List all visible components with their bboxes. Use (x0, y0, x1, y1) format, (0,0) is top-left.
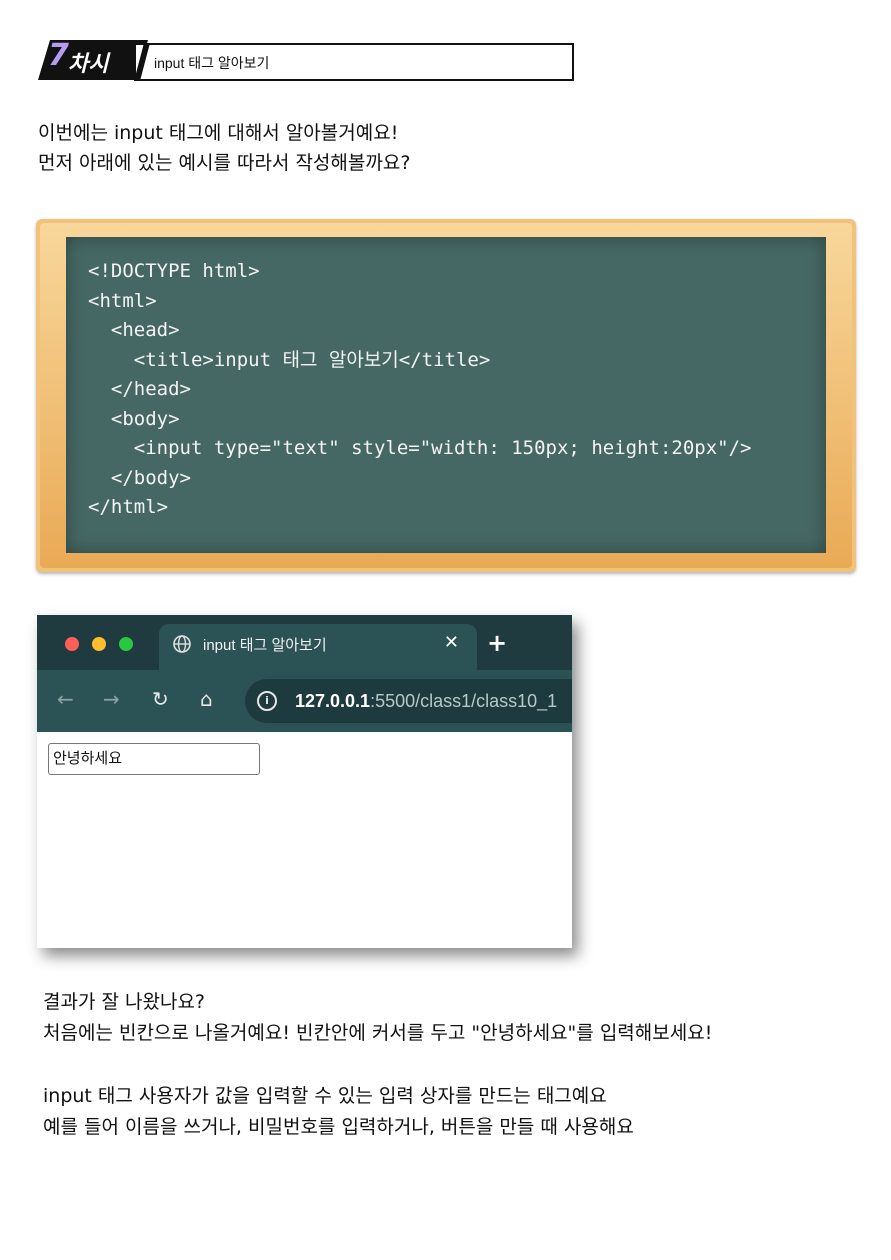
summary-text: input 태그 사용자가 값을 입력할 수 있는 입력 상자를 만드는 태그예… (43, 1081, 634, 1143)
home-icon[interactable]: ⌂ (200, 687, 213, 711)
window-zoom-dot[interactable] (119, 637, 133, 651)
intro-line-2: 먼저 아래에 있는 예시를 따라서 작성해볼까요? (38, 152, 411, 174)
code-line: <html> (88, 289, 157, 312)
result-line-1: 결과가 잘 나왔나요? (43, 991, 206, 1013)
lesson-header: 7 차시 input 태그 알아보기 (38, 40, 574, 82)
code-line: </body> (88, 466, 191, 489)
code-line: <input type="text" style="width: 150px; … (88, 437, 752, 459)
code-line: <body> (88, 407, 180, 430)
globe-icon (173, 635, 191, 653)
code-line: </html> (88, 496, 169, 518)
code-line: <title>input 태그 알아보기</title> (88, 348, 491, 371)
window-close-dot[interactable] (65, 637, 79, 651)
reload-icon[interactable]: ↻ (152, 687, 169, 711)
code-line: </head> (88, 378, 191, 400)
tab-title: input 태그 알아보기 (203, 637, 327, 654)
result-line-2: 처음에는 빈칸으로 나올거예요! 빈칸안에 커서를 두고 "안녕하세요"를 입력… (43, 1022, 713, 1044)
lesson-badge: 7 차시 (38, 40, 148, 80)
browser-tab[interactable]: input 태그 알아보기 ✕ (159, 624, 477, 670)
url-path: :5500/class1/class10_1 (370, 691, 558, 711)
browser-screenshot: input 태그 알아보기 ✕ + ← → ↻ ⌂ i 127.0.0.1:55… (37, 615, 572, 948)
url-text[interactable]: 127.0.0.1:5500/class1/class10_1 (295, 691, 557, 712)
summary-line-1: input 태그 사용자가 값을 입력할 수 있는 입력 상자를 만드는 태그예… (43, 1085, 607, 1107)
code-line: <!DOCTYPE html> (88, 260, 260, 282)
window-minimize-dot[interactable] (92, 637, 106, 651)
url-host: 127.0.0.1 (295, 691, 371, 711)
browser-tab-bar: input 태그 알아보기 ✕ + (37, 615, 572, 670)
address-bar[interactable]: i 127.0.0.1:5500/class1/class10_1 (245, 679, 572, 723)
summary-line-2: 예를 들어 이름을 쓰거나, 비밀번호를 입력하거나, 버튼을 만들 때 사용해… (43, 1116, 634, 1138)
lesson-title-box: input 태그 알아보기 (134, 43, 574, 81)
result-text: 결과가 잘 나왔나요? 처음에는 빈칸으로 나올거예요! 빈칸안에 커서를 두고… (43, 987, 712, 1049)
lesson-badge-word: 차시 (68, 52, 109, 77)
plus-icon[interactable]: + (487, 629, 507, 657)
lesson-number: 7 (48, 38, 69, 73)
back-arrow-icon[interactable]: ← (57, 687, 74, 711)
chalkboard-frame: <!DOCTYPE html> <html> <head> <title>inp… (36, 219, 856, 572)
forward-arrow-icon[interactable]: → (103, 687, 120, 711)
code-line: <head> (88, 319, 180, 341)
intro-line-1: 이번에는 input 태그에 대해서 알아볼거예요! (38, 122, 399, 144)
close-icon[interactable]: ✕ (444, 632, 459, 653)
intro-text: 이번에는 input 태그에 대해서 알아볼거예요! 먼저 아래에 있는 예시를… (38, 118, 410, 178)
code-example: <!DOCTYPE html> <html> <head> <title>inp… (88, 257, 751, 523)
text-input-field[interactable]: 안녕하세요 (48, 743, 260, 775)
browser-toolbar: ← → ↻ ⌂ i 127.0.0.1:5500/class1/class10_… (37, 670, 572, 732)
info-icon[interactable]: i (257, 691, 277, 711)
lesson-title: input 태그 알아보기 (154, 55, 270, 71)
